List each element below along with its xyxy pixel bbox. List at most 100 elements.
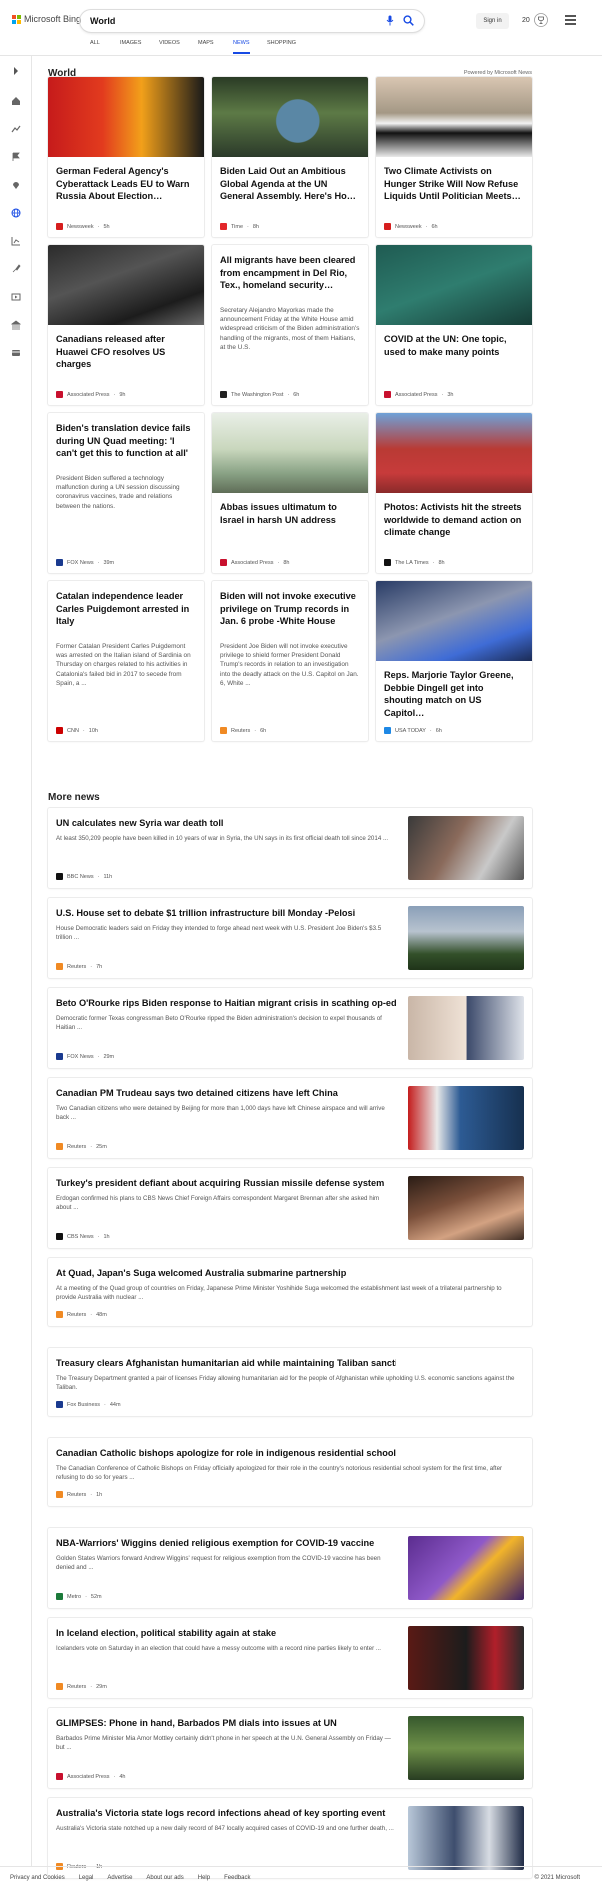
item-title[interactable]: Australia's Victoria state logs record i… bbox=[56, 1808, 396, 1818]
card-title[interactable]: Abbas issues ultimatum to Israel in hars… bbox=[220, 501, 360, 526]
item-title[interactable]: GLIMPSES: Phone in hand, Barbados PM dia… bbox=[56, 1718, 396, 1728]
card-title[interactable]: Canadians released after Huawei CFO reso… bbox=[56, 333, 196, 371]
tab-shopping[interactable]: SHOPPING bbox=[267, 40, 296, 52]
tab-news[interactable]: NEWS bbox=[233, 40, 250, 54]
news-card[interactable]: Abbas issues ultimatum to Israel in hars… bbox=[212, 413, 368, 573]
item-title[interactable]: Treasury clears Afghanistan humanitarian… bbox=[56, 1358, 396, 1368]
location-pin-icon[interactable] bbox=[11, 180, 21, 190]
footer-link[interactable]: About our ads bbox=[146, 1875, 183, 1881]
item-source[interactable]: Reuters · 25m bbox=[56, 1143, 107, 1150]
home-icon[interactable] bbox=[11, 96, 21, 106]
news-list-item[interactable]: Turkey's president defiant about acquiri… bbox=[48, 1168, 532, 1248]
news-card[interactable]: Two Climate Activists on Hunger Strike W… bbox=[376, 77, 532, 237]
card-image[interactable] bbox=[212, 77, 368, 157]
footer-link[interactable]: Advertise bbox=[107, 1875, 132, 1881]
news-card[interactable]: Canadians released after Huawei CFO reso… bbox=[48, 245, 204, 405]
card-source[interactable]: The LA Times · 8h bbox=[384, 559, 445, 566]
card-source[interactable]: CNN · 10h bbox=[56, 727, 98, 734]
search-icon[interactable] bbox=[403, 15, 414, 26]
entertainment-film-icon[interactable] bbox=[11, 292, 21, 302]
card-title[interactable]: Photos: Activists hit the streets worldw… bbox=[384, 501, 524, 539]
card-source[interactable]: Newsweek · 5h bbox=[56, 223, 110, 230]
item-thumbnail[interactable] bbox=[408, 816, 524, 880]
item-title[interactable]: At Quad, Japan's Suga welcomed Australia… bbox=[56, 1268, 396, 1278]
item-source[interactable]: Fox Business · 44m bbox=[56, 1401, 121, 1408]
card-source[interactable]: Time · 8h bbox=[220, 223, 259, 230]
sign-in-button[interactable]: Sign in bbox=[476, 13, 509, 29]
expand-chevron-icon[interactable] bbox=[11, 66, 21, 76]
news-list-item[interactable]: Treasury clears Afghanistan humanitarian… bbox=[48, 1348, 532, 1416]
item-title[interactable]: In Iceland election, political stability… bbox=[56, 1628, 396, 1638]
card-title[interactable]: Two Climate Activists on Hunger Strike W… bbox=[384, 165, 524, 203]
item-source[interactable]: BBC News · 11h bbox=[56, 873, 112, 880]
card-title[interactable]: Catalan independence leader Carles Puigd… bbox=[56, 590, 196, 628]
item-title[interactable]: U.S. House set to debate $1 trillion inf… bbox=[56, 908, 396, 918]
item-source[interactable]: Reuters · 29m bbox=[56, 1683, 107, 1690]
news-card[interactable]: Biden will not invoke executive privileg… bbox=[212, 581, 368, 741]
item-thumbnail[interactable] bbox=[408, 1086, 524, 1150]
politics-building-icon[interactable] bbox=[11, 320, 21, 330]
card-image[interactable] bbox=[376, 245, 532, 325]
flag-icon[interactable] bbox=[11, 152, 21, 162]
item-thumbnail[interactable] bbox=[408, 1806, 524, 1870]
item-title[interactable]: NBA-Warriors' Wiggins denied religious e… bbox=[56, 1538, 396, 1548]
card-image[interactable] bbox=[376, 77, 532, 157]
card-title[interactable]: Reps. Marjorie Taylor Greene, Debbie Din… bbox=[384, 669, 524, 719]
science-rocket-icon[interactable] bbox=[11, 264, 21, 274]
card-image[interactable] bbox=[212, 413, 368, 493]
item-title[interactable]: Canadian PM Trudeau says two detained ci… bbox=[56, 1088, 396, 1098]
hamburger-menu-icon[interactable] bbox=[565, 15, 576, 25]
card-image[interactable] bbox=[376, 581, 532, 661]
card-title[interactable]: German Federal Agency's Cyberattack Lead… bbox=[56, 165, 196, 203]
card-title[interactable]: Biden's translation device fails during … bbox=[56, 422, 196, 460]
item-source[interactable]: FOX News · 29m bbox=[56, 1053, 114, 1060]
news-card[interactable]: COVID at the UN: One topic, used to make… bbox=[376, 245, 532, 405]
item-thumbnail[interactable] bbox=[408, 996, 524, 1060]
item-source[interactable]: Reuters · 1h bbox=[56, 1491, 102, 1498]
item-thumbnail[interactable] bbox=[408, 1716, 524, 1780]
card-source[interactable]: Associated Press · 8h bbox=[220, 559, 289, 566]
card-image[interactable] bbox=[48, 77, 204, 157]
card-title[interactable]: Biden Laid Out an Ambitious Global Agend… bbox=[220, 165, 360, 203]
card-title[interactable]: Biden will not invoke executive privileg… bbox=[220, 590, 360, 628]
news-card[interactable]: Biden's translation device fails during … bbox=[48, 413, 204, 573]
card-source[interactable]: FOX News · 39m bbox=[56, 559, 114, 566]
news-list-item[interactable]: At Quad, Japan's Suga welcomed Australia… bbox=[48, 1258, 532, 1326]
item-source[interactable]: Reuters · 48m bbox=[56, 1311, 107, 1318]
rewards-points[interactable]: 20 bbox=[522, 17, 530, 24]
card-title[interactable]: All migrants have been cleared from enca… bbox=[220, 254, 360, 292]
news-card[interactable]: Reps. Marjorie Taylor Greene, Debbie Din… bbox=[376, 581, 532, 741]
card-image[interactable] bbox=[48, 245, 204, 325]
footer-link[interactable]: Privacy and Cookies bbox=[10, 1875, 65, 1881]
card-source[interactable]: USA TODAY · 6h bbox=[384, 727, 442, 734]
news-list-item[interactable]: Beto O'Rourke rips Biden response to Hai… bbox=[48, 988, 532, 1068]
search-input[interactable]: World bbox=[90, 16, 115, 26]
item-source[interactable]: Reuters · 7h bbox=[56, 963, 102, 970]
item-thumbnail[interactable] bbox=[408, 906, 524, 970]
rewards-trophy-icon[interactable] bbox=[534, 12, 548, 28]
news-list-item[interactable]: GLIMPSES: Phone in hand, Barbados PM dia… bbox=[48, 1708, 532, 1788]
news-list-item[interactable]: NBA-Warriors' Wiggins denied religious e… bbox=[48, 1528, 532, 1608]
footer-link[interactable]: Help bbox=[198, 1875, 210, 1881]
card-title[interactable]: COVID at the UN: One topic, used to make… bbox=[384, 333, 524, 358]
powered-by-label[interactable]: Powered by Microsoft News bbox=[464, 70, 532, 76]
news-list-item[interactable]: UN calculates new Syria war death toll At… bbox=[48, 808, 532, 888]
news-card[interactable]: Catalan independence leader Carles Puigd… bbox=[48, 581, 204, 741]
business-chart-icon[interactable] bbox=[11, 236, 21, 246]
bing-logo[interactable]: Microsoft Bing bbox=[12, 14, 81, 24]
item-source[interactable]: Associated Press · 4h bbox=[56, 1773, 125, 1780]
card-source[interactable]: The Washington Post · 6h bbox=[220, 391, 299, 398]
news-card[interactable]: Biden Laid Out an Ambitious Global Agend… bbox=[212, 77, 368, 237]
tab-videos[interactable]: VIDEOS bbox=[159, 40, 180, 52]
microphone-icon[interactable] bbox=[386, 15, 394, 26]
news-list-item[interactable]: Canadian Catholic bishops apologize for … bbox=[48, 1438, 532, 1506]
card-source[interactable]: Newsweek · 6h bbox=[384, 223, 438, 230]
footer-link[interactable]: Feedback bbox=[224, 1875, 250, 1881]
card-source[interactable]: Associated Press · 3h bbox=[384, 391, 453, 398]
item-source[interactable]: CBS News · 1h bbox=[56, 1233, 110, 1240]
item-thumbnail[interactable] bbox=[408, 1536, 524, 1600]
item-title[interactable]: Turkey's president defiant about acquiri… bbox=[56, 1178, 396, 1188]
tab-maps[interactable]: MAPS bbox=[198, 40, 214, 52]
globe-icon[interactable] bbox=[11, 208, 21, 218]
trending-icon[interactable] bbox=[11, 124, 21, 134]
